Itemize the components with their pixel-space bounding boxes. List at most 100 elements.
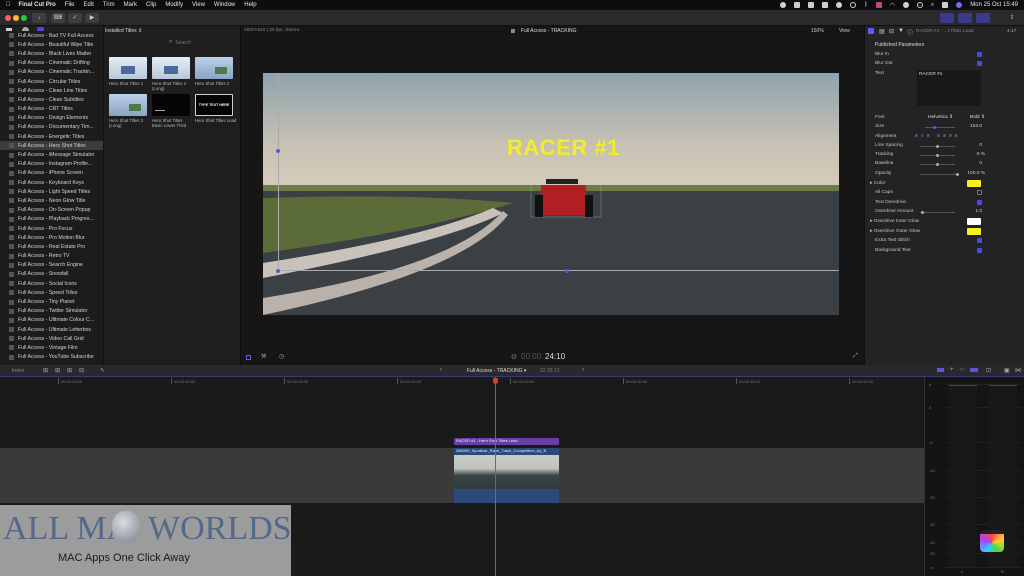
show-timeline-button[interactable] — [958, 13, 972, 23]
background-text-checkbox[interactable] — [977, 248, 982, 253]
titles-category-item[interactable]: Full Access - Instagram Profile... — [0, 160, 103, 169]
status-icon[interactable] — [875, 2, 882, 8]
bounding-handle[interactable] — [565, 269, 569, 273]
video-clip[interactable]: 386099_Sporticar_Race_Track_Competition_… — [454, 448, 559, 503]
titles-category-item[interactable]: Full Access - Vintage Film — [0, 343, 103, 352]
background-tasks-button[interactable]: ✓ — [68, 13, 82, 23]
titles-category-item[interactable]: Full Access - Speed Titles — [0, 288, 103, 297]
show-inspector-button[interactable] — [976, 13, 990, 23]
zoom-level-dropdown[interactable]: 150% — [811, 28, 824, 34]
menu-edit[interactable]: Edit — [84, 2, 94, 8]
titles-category-item[interactable]: Full Access - Light Speed Titles — [0, 187, 103, 196]
append-clip-button[interactable]: ⊞ — [43, 367, 48, 374]
keyword-button[interactable]: ⌨ — [51, 13, 65, 23]
skimming-button[interactable] — [937, 368, 944, 372]
titles-category-item[interactable]: Full Access - Neon Glow Title — [0, 196, 103, 205]
final-cut-pro-icon[interactable] — [980, 530, 1004, 552]
bluetooth-icon[interactable]: ᛒ — [864, 2, 868, 8]
insert-clip-button[interactable]: ⊞ — [55, 367, 60, 374]
title-thumbnail[interactable] — [195, 57, 233, 79]
status-icon[interactable] — [794, 2, 801, 8]
title-bounding-box[interactable] — [278, 73, 839, 271]
text-inspector-tab[interactable]: ▤ — [879, 28, 885, 35]
title-thumbnail[interactable] — [109, 57, 147, 79]
titles-category-item[interactable]: Full Access - Real Estate Pro — [0, 242, 103, 251]
connect-clip-button[interactable]: ⊟ — [79, 367, 84, 374]
titles-category-item[interactable]: Full Access - Tiny Planet — [0, 297, 103, 306]
title-thumbnail[interactable] — [152, 57, 190, 79]
titles-category-item[interactable]: Full Access - Energetic Titles — [0, 132, 103, 141]
control-center-icon[interactable] — [942, 2, 949, 8]
close-button[interactable] — [5, 15, 11, 21]
all-caps-checkbox[interactable] — [977, 190, 982, 195]
timeline-project-dropdown[interactable]: Full Access - TRACKING ▾ — [467, 368, 526, 374]
titles-category-item[interactable]: Full Access - Retro TV — [0, 252, 103, 261]
menu-help[interactable]: Help — [244, 2, 256, 8]
line-spacing-value[interactable]: 0 — [958, 143, 982, 148]
solo-button[interactable] — [970, 368, 978, 372]
filter-icon[interactable]: ▼ — [898, 28, 904, 34]
transform-tool-button[interactable] — [246, 355, 251, 360]
status-icon[interactable] — [916, 2, 923, 8]
forward-button[interactable]: › — [582, 367, 584, 373]
search-field[interactable]: ⌕ Search — [169, 38, 239, 47]
titles-category-item[interactable]: Full Access - CRT Titles — [0, 105, 103, 114]
import-button[interactable]: ↓ — [32, 13, 46, 23]
extra-glitch-checkbox[interactable] — [977, 238, 982, 243]
dropbox-icon[interactable] — [822, 2, 829, 8]
title-inspector-tab[interactable] — [868, 28, 874, 34]
clip-appearance-button[interactable]: ⊡ — [986, 367, 991, 374]
index-button[interactable]: Index — [12, 368, 24, 374]
title-thumbnail[interactable] — [109, 94, 147, 116]
baseline-slider[interactable] — [920, 163, 955, 166]
weight-dropdown[interactable]: Bold ⇕ — [970, 115, 985, 120]
status-icon[interactable] — [850, 2, 857, 8]
opacity-value[interactable]: 100.0 % — [961, 171, 985, 176]
source-selector[interactable]: Installed Titles ⇕ — [105, 28, 142, 34]
titles-category-item[interactable]: Full Access - Snowfall — [0, 270, 103, 279]
inner-glow-swatch[interactable] — [967, 218, 981, 225]
titles-category-item[interactable]: Full Access - Social Icons — [0, 279, 103, 288]
titles-category-item[interactable]: Full Access - Search Engine — [0, 261, 103, 270]
effects-browser-button[interactable]: ▣ — [1004, 367, 1010, 374]
video-inspector-tab[interactable]: ⊟ — [889, 28, 894, 35]
siri-icon[interactable] — [956, 2, 963, 8]
show-browser-button[interactable] — [940, 13, 954, 23]
baseline-value[interactable]: 0 — [958, 161, 982, 166]
overdrive-amount-value[interactable]: 1.0 — [958, 209, 982, 214]
timeline-ruler[interactable]: 00:00:05:00 00:00:10:00 00:00:15:00 00:00:2… — [0, 377, 924, 387]
search-icon[interactable]: ⌕ — [931, 2, 934, 9]
text-overdrive-checkbox[interactable] — [977, 200, 982, 205]
titles-category-item[interactable]: Full Access - Cinematic Drifting — [0, 59, 103, 68]
titles-category-item[interactable]: Full Access - Keyboard Keys — [0, 178, 103, 187]
menu-trim[interactable]: Trim — [103, 2, 115, 8]
apple-icon[interactable]:  — [6, 2, 11, 8]
bounding-handle[interactable] — [276, 149, 280, 153]
outer-glow-swatch[interactable] — [967, 228, 981, 235]
timecode-display[interactable]: 24:10 — [545, 352, 565, 361]
transitions-browser-button[interactable]: ⋈ — [1015, 367, 1021, 374]
clock[interactable]: Mon 25 Oct 15:49 — [970, 2, 1018, 8]
titles-category-item[interactable]: Full Access - Video Call Grid — [0, 334, 103, 343]
titles-category-item[interactable]: Full Access - Pro Motion Blur — [0, 233, 103, 242]
titles-category-item[interactable]: Full Access - iMessage Simulator — [0, 150, 103, 159]
play-icon[interactable]: ⊙ — [511, 353, 517, 361]
titles-category-item[interactable]: Full Access - Hero Shot Titles — [0, 141, 103, 151]
title-thumbnail-selected[interactable]: TYPE TEXT HERE — [195, 94, 233, 116]
menu-clip[interactable]: Clip — [146, 2, 156, 8]
title-clip[interactable]: RACER #1 - Hero Shot Titles Lead — [454, 438, 559, 445]
menu-view[interactable]: View — [192, 2, 205, 8]
fullscreen-button[interactable]: ⤢ — [853, 353, 858, 360]
status-icon[interactable] — [902, 2, 909, 8]
menu-window[interactable]: Window — [214, 2, 235, 8]
titles-category-item[interactable]: Full Access - Ultimate Colour C... — [0, 316, 103, 325]
titles-category-item[interactable]: Full Access - Playback Progres... — [0, 215, 103, 224]
titles-category-item[interactable]: Full Access - Pro Focus — [0, 224, 103, 233]
titles-category-item[interactable]: Full Access - Bad TV Full Access — [0, 31, 103, 40]
titles-category-item[interactable]: Full Access - Black Lives Matter — [0, 49, 103, 58]
select-tool-button[interactable]: ↖ — [100, 367, 105, 374]
text-field[interactable]: RACER #1 — [917, 70, 981, 106]
titles-category-item[interactable]: Full Access - Clean Subtitles — [0, 95, 103, 104]
titles-category-item[interactable]: Full Access - iPhone Screen — [0, 169, 103, 178]
titles-category-item[interactable]: Full Access - Cinematic Trackin... — [0, 68, 103, 77]
